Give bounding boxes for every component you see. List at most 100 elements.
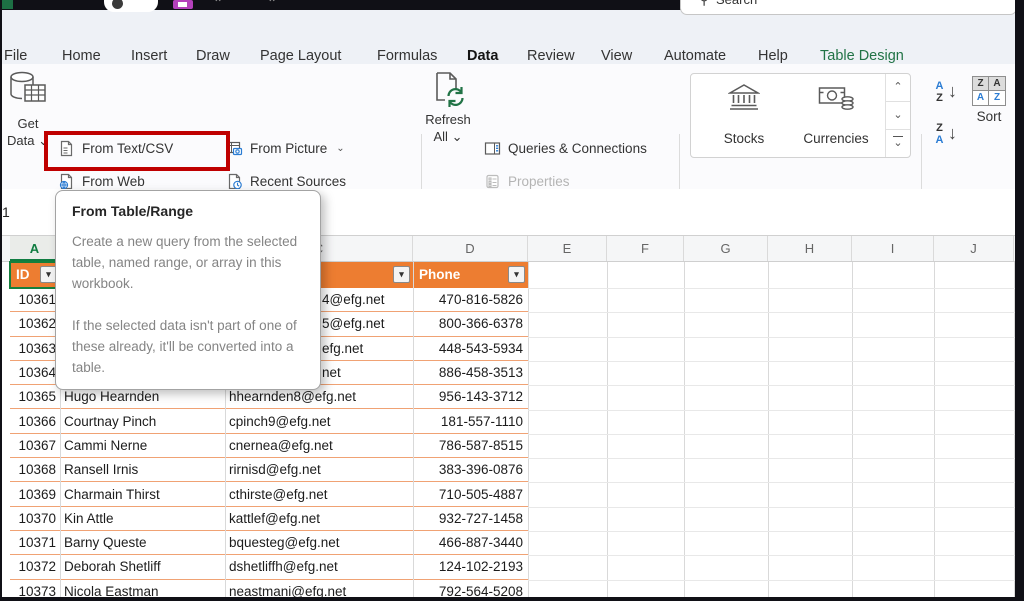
tab-home[interactable]: Home — [62, 46, 101, 66]
tab-help[interactable]: Help — [758, 46, 788, 66]
queries-connections-button[interactable]: Queries & Connections — [484, 135, 647, 161]
sort-button[interactable]: ZAAZ Sort — [966, 76, 1012, 124]
cell-phone[interactable]: 932-727-1458 — [413, 507, 528, 530]
cell-name[interactable]: Kin Attle — [60, 507, 225, 530]
cell-id[interactable]: 10365 — [10, 385, 60, 408]
tab-page-layout[interactable]: Page Layout — [260, 46, 341, 66]
cell-name[interactable]: Ransell Irnis — [60, 458, 225, 481]
cell-phone[interactable]: 800-366-6378 — [413, 312, 528, 335]
tooltip-paragraph: Create a new query from the selected tab… — [72, 231, 304, 294]
cell-phone[interactable]: 383-396-0876 — [413, 458, 528, 481]
data-type-currencies[interactable]: Currencies — [791, 80, 881, 146]
column-header-i[interactable]: I — [852, 236, 934, 261]
queries-connections-label: Queries & Connections — [508, 141, 647, 156]
save-icon[interactable] — [173, 0, 193, 9]
sort-icon: ZAAZ — [972, 76, 1006, 106]
cell-email[interactable]: cnernea@efg.net — [225, 434, 413, 457]
cell-name[interactable]: Charmain Thirst — [60, 482, 225, 505]
undo-icon[interactable]: ⌃ — [213, 0, 223, 10]
cell-email[interactable]: kattlef@efg.net — [225, 507, 413, 530]
column-header-e[interactable]: E — [528, 236, 607, 261]
cell-id[interactable]: 10362 — [10, 312, 60, 335]
gallery-up-button[interactable]: ⌃ — [886, 74, 910, 102]
cell-email[interactable]: rirnisd@efg.net — [225, 458, 413, 481]
search-input[interactable]: ⚲ Search — [680, 0, 1017, 15]
cell-phone[interactable]: 181-557-1110 — [413, 410, 528, 433]
redo-icon[interactable]: ⌃ — [267, 0, 277, 10]
cell-phone[interactable]: 956-143-3712 — [413, 385, 528, 408]
gridline — [528, 312, 1015, 313]
from-picture-label: From Picture — [250, 141, 327, 156]
cell-id[interactable]: 10363 — [10, 337, 60, 360]
cell-name[interactable]: Deborah Shetliff — [60, 555, 225, 578]
column-header-h[interactable]: H — [768, 236, 852, 261]
gallery-more-button[interactable]: ⌄ — [886, 130, 910, 157]
gridline — [528, 337, 1015, 338]
cell-id[interactable]: 10369 — [10, 482, 60, 505]
cell-email[interactable]: bquesteg@efg.net — [225, 531, 413, 554]
table-header-phone[interactable]: Phone▾ — [413, 262, 528, 288]
cell-id[interactable]: 10370 — [10, 507, 60, 530]
tab-draw[interactable]: Draw — [196, 46, 230, 66]
tab-review[interactable]: Review — [527, 46, 575, 66]
gridline — [413, 262, 414, 601]
gallery-down-button[interactable]: ⌄ — [886, 102, 910, 130]
cell-id[interactable]: 10371 — [10, 531, 60, 554]
cell-phone[interactable]: 448-543-5934 — [413, 337, 528, 360]
cell-id[interactable]: 10364 — [10, 361, 60, 384]
cell-phone[interactable]: 124-102-2193 — [413, 555, 528, 578]
column-header-a[interactable]: A — [10, 236, 60, 261]
cell-id[interactable]: 10372 — [10, 555, 60, 578]
column-header-f[interactable]: F — [607, 236, 684, 261]
tab-insert[interactable]: Insert — [131, 46, 167, 66]
filter-dropdown-icon[interactable]: ▾ — [393, 266, 410, 283]
column-header-j[interactable]: J — [934, 236, 1014, 261]
data-type-stocks[interactable]: Stocks — [699, 80, 789, 146]
cell-name[interactable]: Courtnay Pinch — [60, 410, 225, 433]
sort-descending-button[interactable]: ZA↓ — [933, 122, 967, 150]
table-row: 10372Deborah Shetliffdshetliffh@efg.net1… — [10, 555, 528, 579]
cell-id[interactable]: 10361 — [10, 288, 60, 311]
cell-phone[interactable]: 786-587-8515 — [413, 434, 528, 457]
column-header-d[interactable]: D — [413, 236, 528, 261]
cell-phone[interactable]: 886-458-3513 — [413, 361, 528, 384]
tab-formulas[interactable]: Formulas — [377, 46, 437, 66]
filter-dropdown-icon[interactable]: ▾ — [508, 266, 525, 283]
search-label: Search — [716, 0, 757, 7]
cell-phone[interactable]: 466-887-3440 — [413, 531, 528, 554]
tab-view[interactable]: View — [601, 46, 632, 66]
queries-connections-icon — [484, 140, 501, 157]
gridline — [528, 482, 1015, 483]
ribbon-tabs: FileHomeInsertDrawPage LayoutFormulasDat… — [0, 10, 1024, 64]
from-web-label: From Web — [82, 174, 145, 189]
cell-id[interactable]: 10367 — [10, 434, 60, 457]
banknote-icon — [818, 84, 854, 112]
column-header-g[interactable]: G — [684, 236, 768, 261]
cell-phone[interactable]: 710-505-4887 — [413, 482, 528, 505]
highlight-box — [44, 131, 230, 171]
autosave-toggle[interactable] — [104, 0, 158, 12]
table-row: 10371Barny Questebquesteg@efg.net466-887… — [10, 531, 528, 555]
gridline — [528, 385, 1015, 386]
cell-name[interactable]: Barny Queste — [60, 531, 225, 554]
cell-id[interactable]: 10368 — [10, 458, 60, 481]
sort-ascending-button[interactable]: AZ↓ — [933, 80, 967, 108]
tab-automate[interactable]: Automate — [664, 46, 726, 66]
tab-file[interactable]: File — [4, 46, 27, 66]
search-icon: ⚲ — [699, 0, 709, 8]
refresh-all-button[interactable]: Refresh All ⌄ — [420, 70, 476, 145]
cell-email[interactable]: dshetliffh@efg.net — [225, 555, 413, 578]
refresh-label-2: All ⌄ — [420, 128, 476, 145]
gridline — [528, 507, 1015, 508]
cell-id[interactable]: 10366 — [10, 410, 60, 433]
from-picture-button[interactable]: From Picture⌄ — [226, 135, 345, 161]
gridline — [528, 361, 1015, 362]
cell-name[interactable]: Cammi Nerne — [60, 434, 225, 457]
tab-table-design[interactable]: Table Design — [820, 46, 904, 66]
cell-email[interactable]: cthirste@efg.net — [225, 482, 413, 505]
table-row: 10369Charmain Thirstcthirste@efg.net710-… — [10, 482, 528, 506]
cell-phone[interactable]: 470-816-5826 — [413, 288, 528, 311]
name-box[interactable]: 1 — [2, 204, 10, 220]
cell-email[interactable]: cpinch9@efg.net — [225, 410, 413, 433]
refresh-label-1: Refresh — [420, 111, 476, 128]
